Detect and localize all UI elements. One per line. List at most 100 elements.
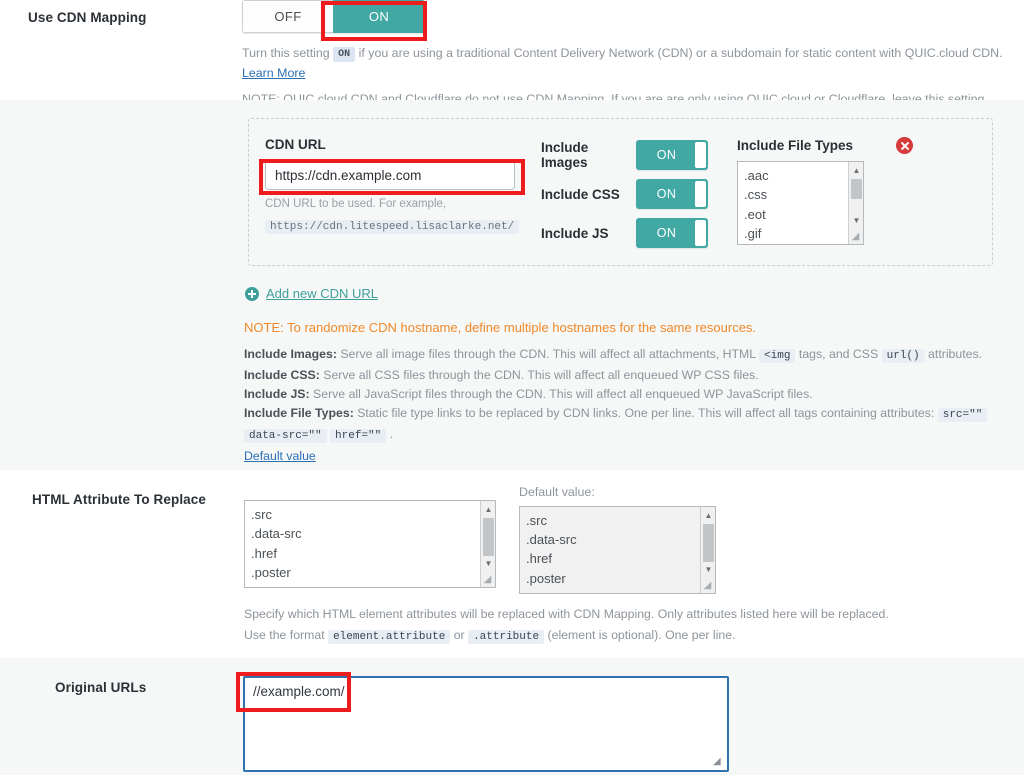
desc-include-images: Include Images: Serve all image files th… [244,345,1004,366]
html-attribute-default-field: Default value: .src .data-src .href .pos… [519,483,719,594]
desc-include-css-t0: Serve all CSS files through the CDN. Thi… [319,368,759,382]
include-images-knob [695,142,706,168]
desc-ift-c5: href="" [330,429,387,443]
desc-include-images-t0: Serve all image files through the CDN. T… [336,347,760,361]
add-new-cdn-url-link[interactable]: Add new CDN URL [266,286,378,301]
include-js-row: Include JS ON [541,218,716,248]
include-css-toggle[interactable]: ON [636,179,708,209]
scroll-down-arrow-icon[interactable]: ▼ [849,213,863,228]
list-item: .poster [526,570,566,586]
default-value-link[interactable]: Default value [244,449,316,463]
label-use-cdn-mapping: Use CDN Mapping [28,10,147,25]
list-item[interactable]: .data-src [251,524,495,543]
html-attribute-default-items: .src .data-src .href .poster source.srcs… [520,507,715,593]
list-item: source.srcset [526,588,715,593]
scroll-up-arrow-icon[interactable]: ▲ [849,163,863,178]
html-attribute-items: .src .data-src .href .poster source.srcs… [245,501,495,587]
html-attr-desc2-b: (element is optional). One per line. [547,628,736,642]
label-html-attribute-to-replace: HTML Attribute To Replace [32,492,207,507]
list-item[interactable]: .aac [744,166,863,185]
plus-circle-icon [245,286,259,301]
scroll-down-arrow-icon[interactable]: ▼ [701,562,715,577]
list-item[interactable]: .src [251,505,495,524]
resize-grip-icon[interactable]: ◢ [849,230,862,243]
list-item: .src [526,512,547,528]
html-attribute-default-title: Default value: [519,485,595,499]
toggle-off-button[interactable]: OFF [242,0,334,33]
cdn-settings-page: Use CDN Mapping OFF ON Turn this setting… [0,0,1024,775]
desc-ift-c1: src="" [937,408,988,422]
scroll-up-arrow-icon[interactable]: ▲ [481,502,495,517]
original-urls-value: //example.com/ [253,684,345,699]
scroll-up-arrow-icon[interactable]: ▲ [701,508,715,523]
html-attribute-desc-1: Specify which HTML element attributes wi… [244,607,889,621]
desc-include-images-t2: tags, and CSS [795,347,882,361]
include-images-toggle[interactable]: ON [636,140,708,170]
desc-ift-t0: Static file type links to be replaced by… [353,406,938,420]
include-file-types-field: Include File Types .aac .css .eot .gif .… [737,138,867,245]
cdn-url-input[interactable] [265,160,515,190]
include-css-knob [695,181,706,207]
desc-include-file-types-term: Include File Types: [244,406,354,420]
default-value-row: Default value [244,447,1004,465]
desc-include-images-t4: attributes. [924,347,983,361]
original-urls-textarea[interactable]: //example.com/ ◢ [243,676,729,772]
include-images-label: Include Images [541,140,589,170]
resize-grip-icon[interactable]: ◢ [701,579,714,592]
html-attribute-default-listbox[interactable]: .src .data-src .href .poster source.srcs… [519,505,716,594]
desc-include-images-term: Include Images: [244,347,337,361]
desc-ift-t6: . [386,427,394,441]
delete-cdn-entry-icon[interactable] [896,137,913,154]
cdn-randomize-note: NOTE: To randomize CDN hostname, define … [244,320,757,335]
list-item[interactable]: .eot [744,205,863,224]
html-attribute-desc-2: Use the format element.attribute or .att… [244,626,1004,647]
list-item[interactable]: .href [251,544,495,563]
list-item[interactable]: .gif [744,224,863,243]
desc1-text-a: Turn this setting [242,46,330,60]
desc-ift-c3: data-src="" [244,429,327,443]
include-file-types-title: Include File Types [737,138,854,153]
scroll-down-arrow-icon[interactable]: ▼ [481,556,495,571]
list-item[interactable]: .poster [251,563,495,582]
desc1-text-b: if you are using a traditional Content D… [358,46,1003,60]
desc-include-images-c3: url() [881,349,925,363]
html-attribute-listbox[interactable]: .src .data-src .href .poster source.srcs… [244,500,496,588]
html-attr-code-2: .attribute [468,630,545,644]
list-item[interactable]: .css [744,185,863,204]
cdn-url-hint-code: https://cdn.litespeed.lisaclarke.net/ [265,220,520,235]
scrollbar-thumb[interactable] [483,518,494,556]
learn-more-link-1[interactable]: Learn More [242,66,305,80]
label-original-urls: Original URLs [55,680,147,695]
use-cdn-mapping-description-1: Turn this setting ON if you are using a … [242,44,1012,83]
list-item[interactable]: source.srcset [251,582,495,587]
include-file-types-items: .aac .css .eot .gif .jpeg [738,162,863,244]
desc-include-js-term: Include JS: [244,387,310,401]
list-item: .href [526,551,553,567]
use-cdn-mapping-toggle-group[interactable]: OFF ON [242,0,425,33]
toggle-on-button[interactable]: ON [333,0,425,33]
html-attribute-descriptions: Specify which HTML element attributes wi… [244,605,1004,647]
html-attr-code-1: element.attribute [328,630,451,644]
row-use-cdn-mapping: Use CDN Mapping OFF ON Turn this setting… [0,0,1024,127]
add-new-cdn-url[interactable]: Add new CDN URL [245,286,378,301]
scrollbar-thumb[interactable] [851,179,862,199]
list-item[interactable]: .jpeg [744,243,863,244]
include-js-label: Include JS [541,225,609,241]
include-css-row: Include CSS ON [541,179,716,209]
include-file-types-listbox[interactable]: .aac .css .eot .gif .jpeg ▲ ▼ ◢ [737,161,864,245]
include-css-label: Include CSS [541,186,620,202]
scrollbar-thumb[interactable] [703,523,714,562]
cdn-url-hint-line1: CDN URL to be used. For example, [265,198,447,210]
desc-include-css: Include CSS: Serve all CSS files through… [244,366,1004,385]
list-item: .data-src [526,531,577,547]
resize-grip-icon[interactable]: ◢ [481,573,494,586]
include-js-toggle[interactable]: ON [636,218,708,248]
resize-grip-icon[interactable]: ◢ [713,756,725,768]
desc-include-css-term: Include CSS: [244,368,320,382]
html-attr-desc2-or: or [453,628,465,642]
desc1-state-badge: ON [333,47,356,62]
desc-include-js: Include JS: Serve all JavaScript files t… [244,385,1004,404]
cdn-url-title: CDN URL [265,137,326,152]
include-images-row: Include Images ON [541,140,716,170]
cdn-descriptions: Include Images: Serve all image files th… [244,345,1004,487]
